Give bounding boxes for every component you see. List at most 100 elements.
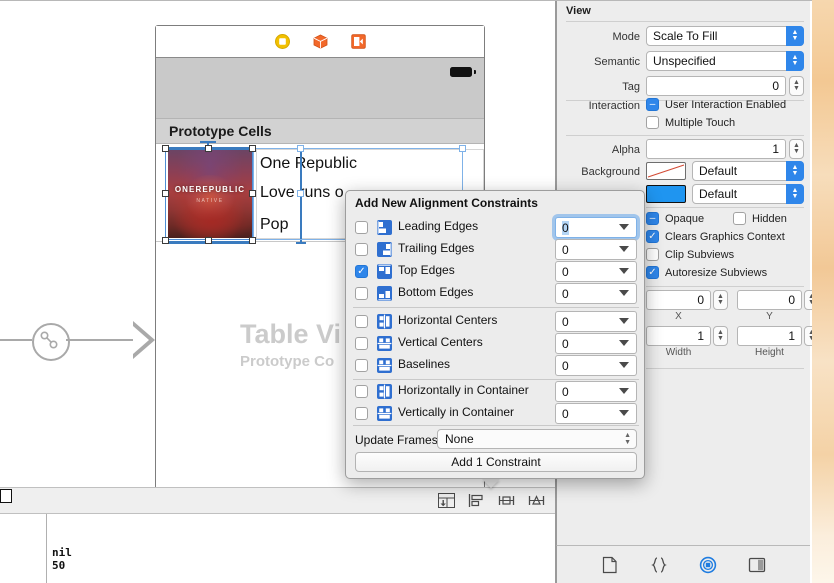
constraint-row-horizontally-in-container[interactable]: Horizontally in Container 0 (355, 381, 637, 402)
update-frames-icon[interactable] (435, 491, 457, 509)
constraint-row-trailing-edges[interactable]: Trailing Edges 0 (355, 239, 637, 260)
resize-handle-tr[interactable] (249, 145, 256, 152)
tag-input[interactable]: 0 (646, 76, 786, 96)
first-responder-cube-icon[interactable] (312, 34, 328, 50)
user-interaction-enabled-checkbox[interactable]: – (646, 98, 659, 111)
y-input[interactable]: 0 (737, 290, 802, 310)
chevron-updown-icon[interactable]: ▲ ▼ (624, 432, 631, 446)
update-frames-popup-button[interactable]: None ▲ ▼ (437, 429, 637, 449)
horizontal-centers-value-combo[interactable]: 0 (555, 311, 637, 332)
constraint-row-horizontal-centers[interactable]: Horizontal Centers 0 (355, 311, 637, 332)
trailing-edges-value: 0 (562, 242, 569, 257)
tint-color-swatch[interactable] (646, 185, 686, 203)
chevron-down-icon[interactable] (619, 224, 629, 230)
clip-subviews-checkbox[interactable] (646, 248, 659, 261)
constraint-row-bottom-edges[interactable]: Bottom Edges 0 (355, 283, 637, 304)
sibling-handle-ml[interactable] (297, 190, 304, 197)
resolve-issues-icon[interactable] (525, 491, 547, 509)
resize-handle-mr[interactable] (249, 190, 256, 197)
resize-handle-ml[interactable] (162, 190, 169, 197)
y-stepper[interactable]: ▲ ▼ (804, 290, 812, 310)
resize-handle-tc[interactable] (205, 145, 212, 152)
sibling-handle-tl[interactable] (297, 145, 304, 152)
chevron-updown-icon[interactable]: ▲ ▼ (786, 26, 804, 46)
horizontally-in-container-value-combo[interactable]: 0 (555, 381, 637, 402)
autolayout-toolbar[interactable] (435, 491, 547, 509)
background-color-swatch[interactable] (646, 162, 686, 180)
vertically-in-container-checkbox[interactable] (355, 407, 368, 420)
resize-handle-bl[interactable] (162, 237, 169, 244)
background-popup-button[interactable]: Default ▲ ▼ (692, 161, 804, 181)
chevron-down-icon[interactable] (619, 340, 629, 346)
inspector-tab-bar[interactable] (556, 545, 810, 583)
canvas-corner-box[interactable] (0, 489, 12, 503)
tag-stepper[interactable]: ▲ ▼ (789, 76, 804, 96)
height-stepper[interactable]: ▲ ▼ (804, 326, 812, 346)
constraint-row-vertically-in-container[interactable]: Vertically in Container 0 (355, 403, 637, 424)
chevron-down-icon[interactable] (619, 268, 629, 274)
alpha-stepper[interactable]: ▲ ▼ (789, 139, 804, 159)
size-inspector-icon[interactable] (697, 554, 719, 576)
baselines-checkbox[interactable] (355, 359, 368, 372)
resize-handle-tl[interactable] (162, 145, 169, 152)
mode-popup-button[interactable]: Scale To Fill ▲ ▼ (646, 26, 804, 46)
multiple-touch-checkbox[interactable] (646, 116, 659, 129)
horizontally-in-container-checkbox[interactable] (355, 385, 368, 398)
bottom-edges-value-combo[interactable]: 0 (555, 283, 637, 304)
chevron-down-icon[interactable] (619, 246, 629, 252)
chevron-down-icon[interactable] (619, 410, 629, 416)
trailing-edges-value-combo[interactable]: 0 (555, 239, 637, 260)
quick-help-inspector-icon[interactable] (648, 554, 670, 576)
semantic-popup-button[interactable]: Unspecified ▲ ▼ (646, 51, 804, 71)
resize-handle-bc[interactable] (205, 237, 212, 244)
baselines-value-combo[interactable]: 0 (555, 355, 637, 376)
x-input[interactable]: 0 (646, 290, 711, 310)
vertical-centers-value-combo[interactable]: 0 (555, 333, 637, 354)
chevron-down-icon[interactable] (619, 318, 629, 324)
width-input[interactable]: 1 (646, 326, 711, 346)
sibling-handle-tr[interactable] (459, 145, 466, 152)
hidden-checkbox[interactable] (733, 212, 746, 225)
alpha-input[interactable]: 1 (646, 139, 786, 159)
alpha-value: 1 (772, 142, 779, 156)
horizontal-centers-checkbox[interactable] (355, 315, 368, 328)
chevron-down-icon[interactable] (619, 388, 629, 394)
leading-edges-checkbox[interactable] (355, 221, 368, 234)
add-constraint-button[interactable]: Add 1 Constraint (355, 452, 637, 472)
resize-handle-br[interactable] (249, 237, 256, 244)
file-inspector-icon[interactable] (599, 554, 621, 576)
bottom-edges-checkbox[interactable] (355, 287, 368, 300)
clears-graphics-context-label: Clears Graphics Context (665, 231, 785, 243)
align-icon[interactable] (465, 491, 487, 509)
autoresize-subviews-checkbox[interactable]: ✓ (646, 266, 659, 279)
exit-segue-icon[interactable] (350, 34, 366, 50)
vertically-in-container-value-combo[interactable]: 0 (555, 403, 637, 424)
constraint-row-leading-edges[interactable]: Leading Edges 0 (355, 217, 637, 238)
horizontally-in-container-label: Horizontally in Container (398, 383, 529, 397)
chevron-updown-icon[interactable]: ▲ ▼ (786, 184, 804, 204)
leading-edges-value-combo[interactable]: 0 (555, 217, 637, 238)
chevron-updown-icon[interactable]: ▲ ▼ (786, 161, 804, 181)
constraint-row-top-edges[interactable]: ✓ Top Edges 0 (355, 261, 637, 282)
view-controller-icon[interactable] (274, 34, 290, 50)
x-stepper[interactable]: ▲ ▼ (713, 290, 728, 310)
trailing-edges-checkbox[interactable] (355, 243, 368, 256)
height-input[interactable]: 1 (737, 326, 802, 346)
clears-graphics-context-checkbox[interactable]: ✓ (646, 230, 659, 243)
identity-inspector-icon[interactable] (746, 554, 768, 576)
debug-console[interactable] (0, 513, 555, 583)
constraint-row-vertical-centers[interactable]: Vertical Centers 0 (355, 333, 637, 354)
chevron-down-icon[interactable] (619, 290, 629, 296)
chevron-updown-icon[interactable]: ▲ ▼ (786, 51, 804, 71)
top-edges-checkbox[interactable]: ✓ (355, 265, 368, 278)
chevron-down-icon[interactable] (619, 362, 629, 368)
opaque-checkbox[interactable]: – (646, 212, 659, 225)
width-stepper[interactable]: ▲ ▼ (713, 326, 728, 346)
top-edges-value-combo[interactable]: 0 (555, 261, 637, 282)
vertical-centers-checkbox[interactable] (355, 337, 368, 350)
pin-icon[interactable] (495, 491, 517, 509)
tint-popup-button[interactable]: Default ▲ ▼ (692, 184, 804, 204)
scene-dock[interactable] (156, 26, 484, 58)
segue-badge-icon[interactable] (32, 323, 70, 361)
constraint-row-baselines[interactable]: Baselines 0 (355, 355, 637, 376)
